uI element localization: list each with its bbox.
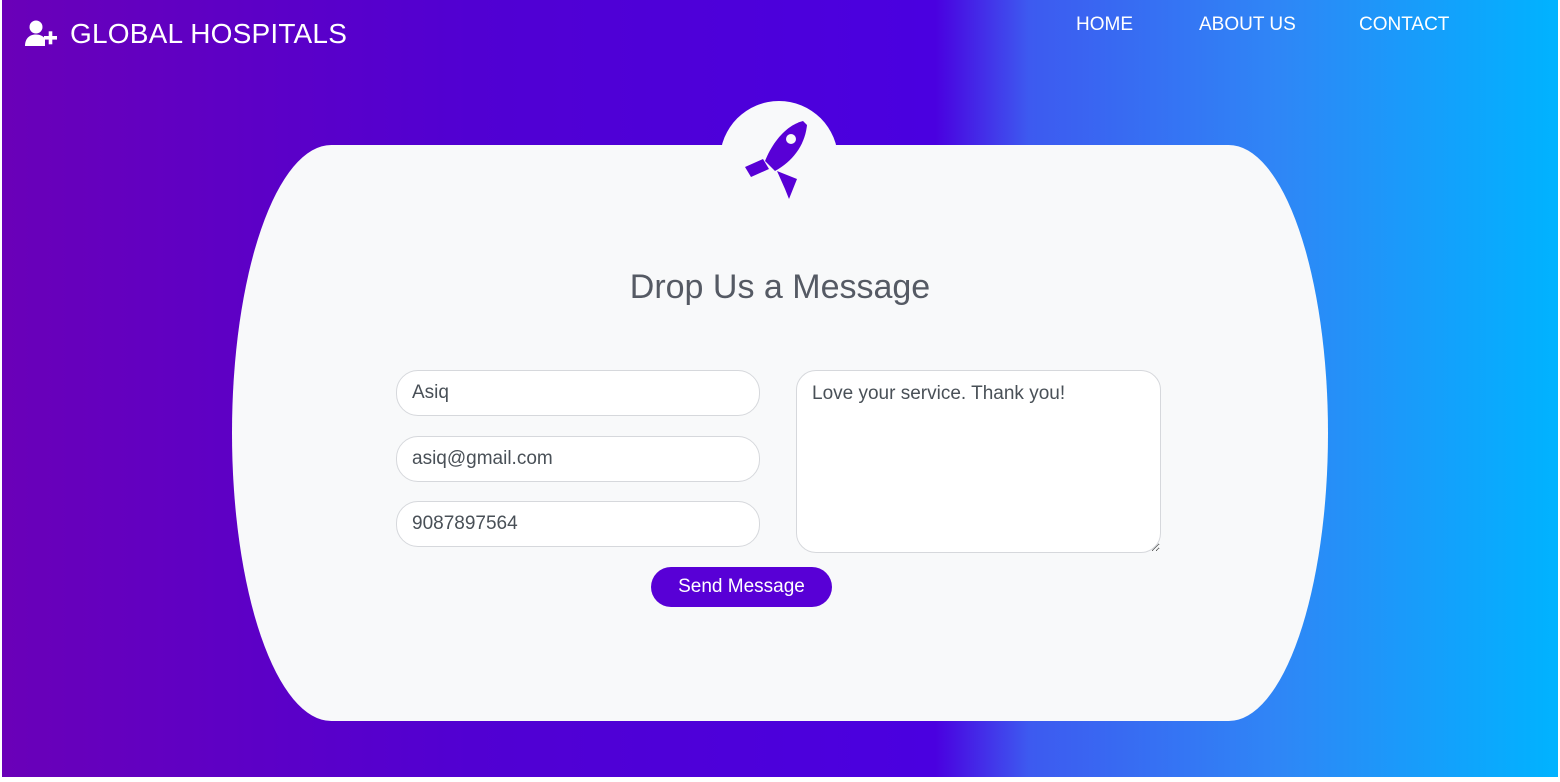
nav-home[interactable]: HOME: [1076, 14, 1133, 42]
phone-input[interactable]: [396, 501, 760, 547]
name-input[interactable]: [396, 370, 760, 416]
send-message-button[interactable]: Send Message: [651, 567, 832, 607]
rocket-badge: [720, 101, 838, 219]
nav-contact[interactable]: CONTACT: [1359, 14, 1449, 42]
message-textarea[interactable]: Love your service. Thank you!: [796, 370, 1161, 553]
contact-card: [232, 145, 1328, 721]
rocket-icon: [745, 121, 807, 199]
nav-about-us[interactable]: ABOUT US: [1199, 14, 1296, 42]
user-plus-icon: [25, 20, 57, 46]
form-title: Drop Us a Message: [629, 268, 931, 306]
brand-name: GLOBAL HOSPITALS: [70, 18, 348, 49]
brand[interactable]: GLOBAL HOSPITALS: [24, 18, 347, 50]
email-input[interactable]: [396, 436, 760, 482]
